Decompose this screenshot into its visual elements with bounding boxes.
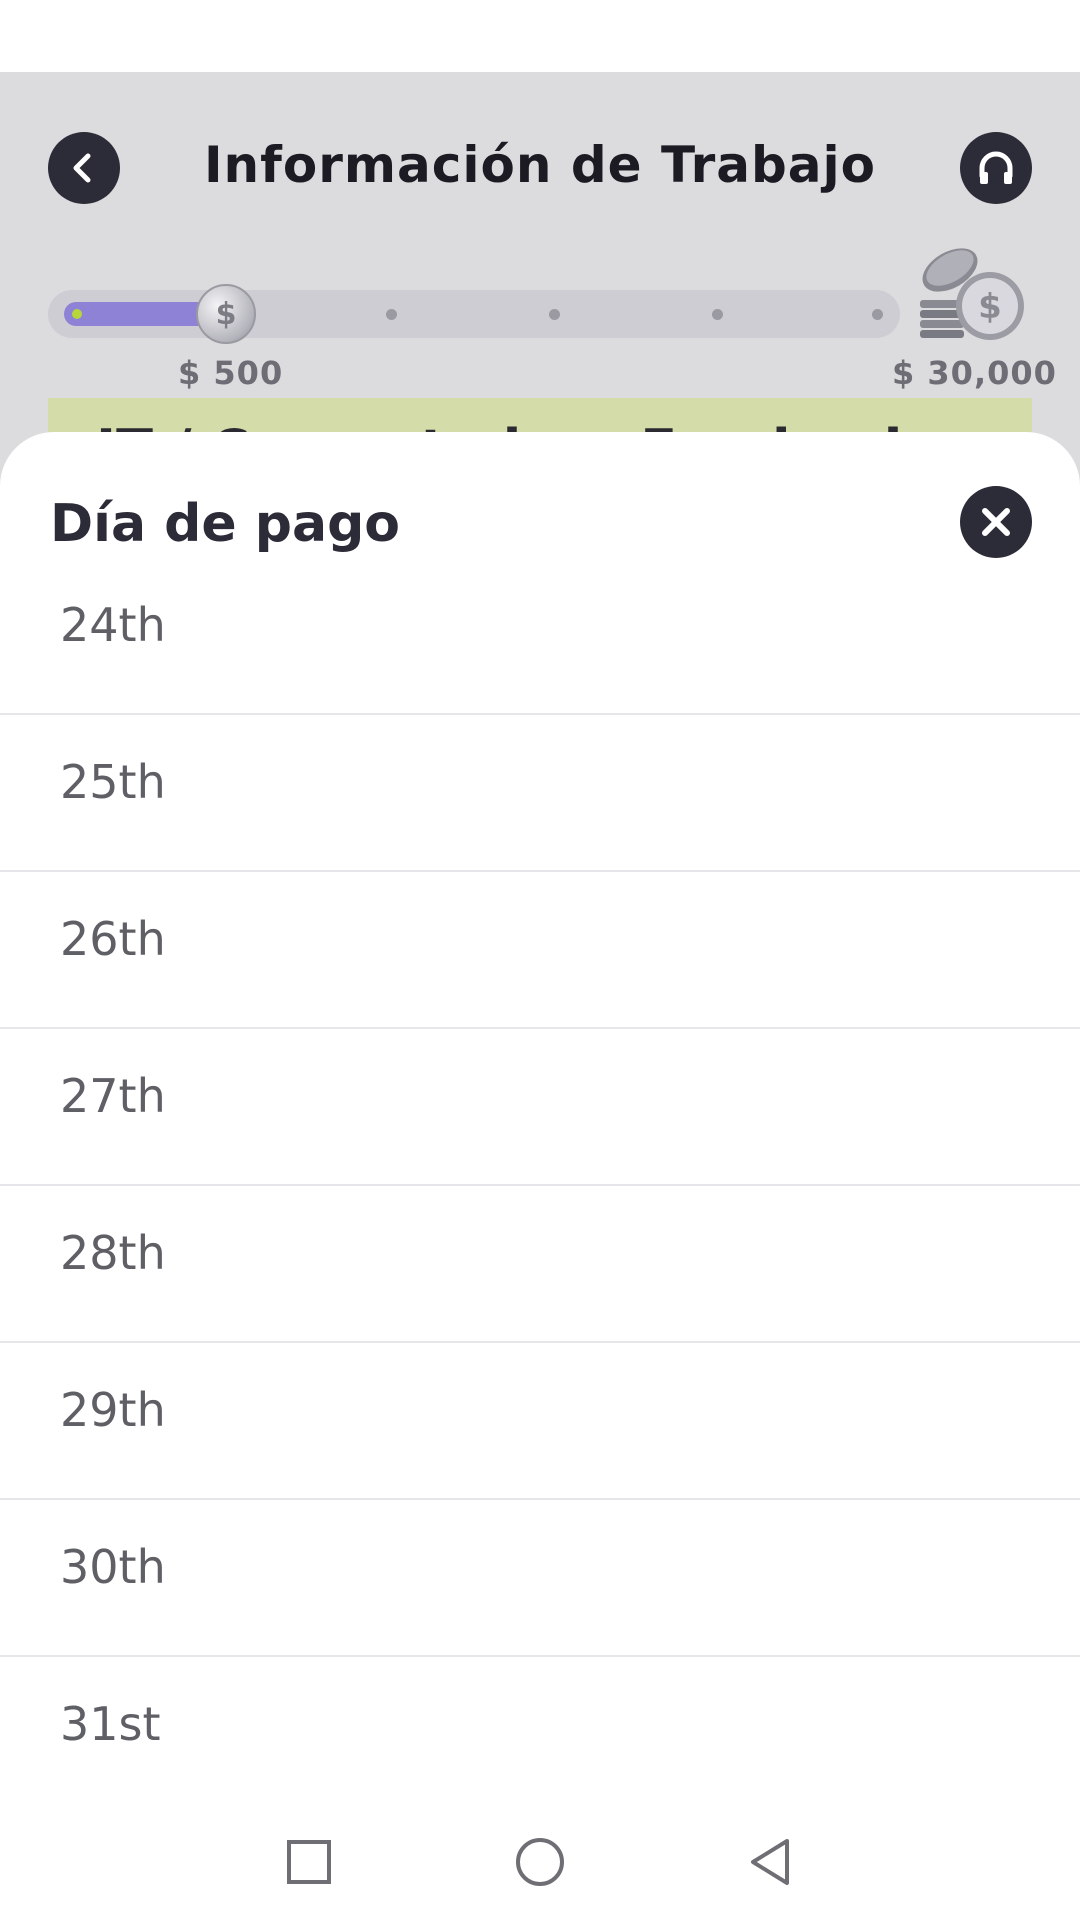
- loan-amount-slider[interactable]: $: [48, 284, 900, 344]
- recent-apps-button[interactable]: [279, 1832, 339, 1892]
- circle-icon: [516, 1838, 564, 1886]
- slider-fill: [64, 302, 214, 326]
- square-icon: [287, 1840, 331, 1884]
- list-item-label: 29th: [60, 1383, 166, 1437]
- chevron-left-icon: [73, 153, 91, 183]
- list-item-label: 27th: [60, 1069, 166, 1123]
- list-item-label: 28th: [60, 1226, 166, 1280]
- payday-list: 24th 25th 26th 27th 28th 29th 30th 31st: [0, 558, 1080, 1814]
- headset-icon: [979, 151, 1013, 184]
- list-item[interactable]: 31st: [0, 1657, 1080, 1814]
- header: Información de Trabajo: [0, 120, 1080, 216]
- list-item-label: 25th: [60, 755, 166, 809]
- list-item-label: 26th: [60, 912, 166, 966]
- slider-start-dot: [72, 309, 82, 319]
- min-amount-label: $ 500: [178, 354, 284, 392]
- close-icon: [982, 508, 1010, 536]
- svg-text:$: $: [978, 287, 1002, 327]
- list-item[interactable]: 27th: [0, 1029, 1080, 1186]
- list-item-label: 24th: [60, 598, 166, 652]
- close-button[interactable]: [960, 486, 1032, 558]
- list-item[interactable]: 28th: [0, 1186, 1080, 1343]
- status-bar: [0, 0, 1080, 72]
- payday-bottom-sheet: Día de pago 24th 25th 26th 27th 28th 29t…: [0, 432, 1080, 1920]
- max-amount-label: $ 30,000: [892, 354, 1057, 392]
- slider-thumb-coin-icon[interactable]: $: [196, 284, 256, 344]
- list-item-label: 31st: [60, 1697, 161, 1751]
- system-nav-bar: [0, 1794, 1080, 1920]
- list-item[interactable]: 29th: [0, 1343, 1080, 1500]
- slider-step-dot: [386, 309, 397, 320]
- back-button[interactable]: [48, 132, 120, 204]
- back-nav-button[interactable]: [740, 1832, 800, 1892]
- list-item-label: 30th: [60, 1540, 166, 1594]
- page-title: Información de Trabajo: [203, 136, 877, 194]
- list-item[interactable]: 30th: [0, 1500, 1080, 1657]
- slider-step-dot: [712, 309, 723, 320]
- sheet-title: Día de pago: [50, 494, 401, 554]
- triangle-back-icon: [751, 1839, 789, 1885]
- support-button[interactable]: [960, 132, 1032, 204]
- list-item[interactable]: 25th: [0, 715, 1080, 872]
- list-item[interactable]: 26th: [0, 872, 1080, 1029]
- list-item[interactable]: 24th: [0, 558, 1080, 715]
- home-button[interactable]: [510, 1832, 570, 1892]
- slider-step-dot: [549, 309, 560, 320]
- coins-stack-icon: $: [920, 248, 1024, 340]
- slider-step-dot: [872, 309, 883, 320]
